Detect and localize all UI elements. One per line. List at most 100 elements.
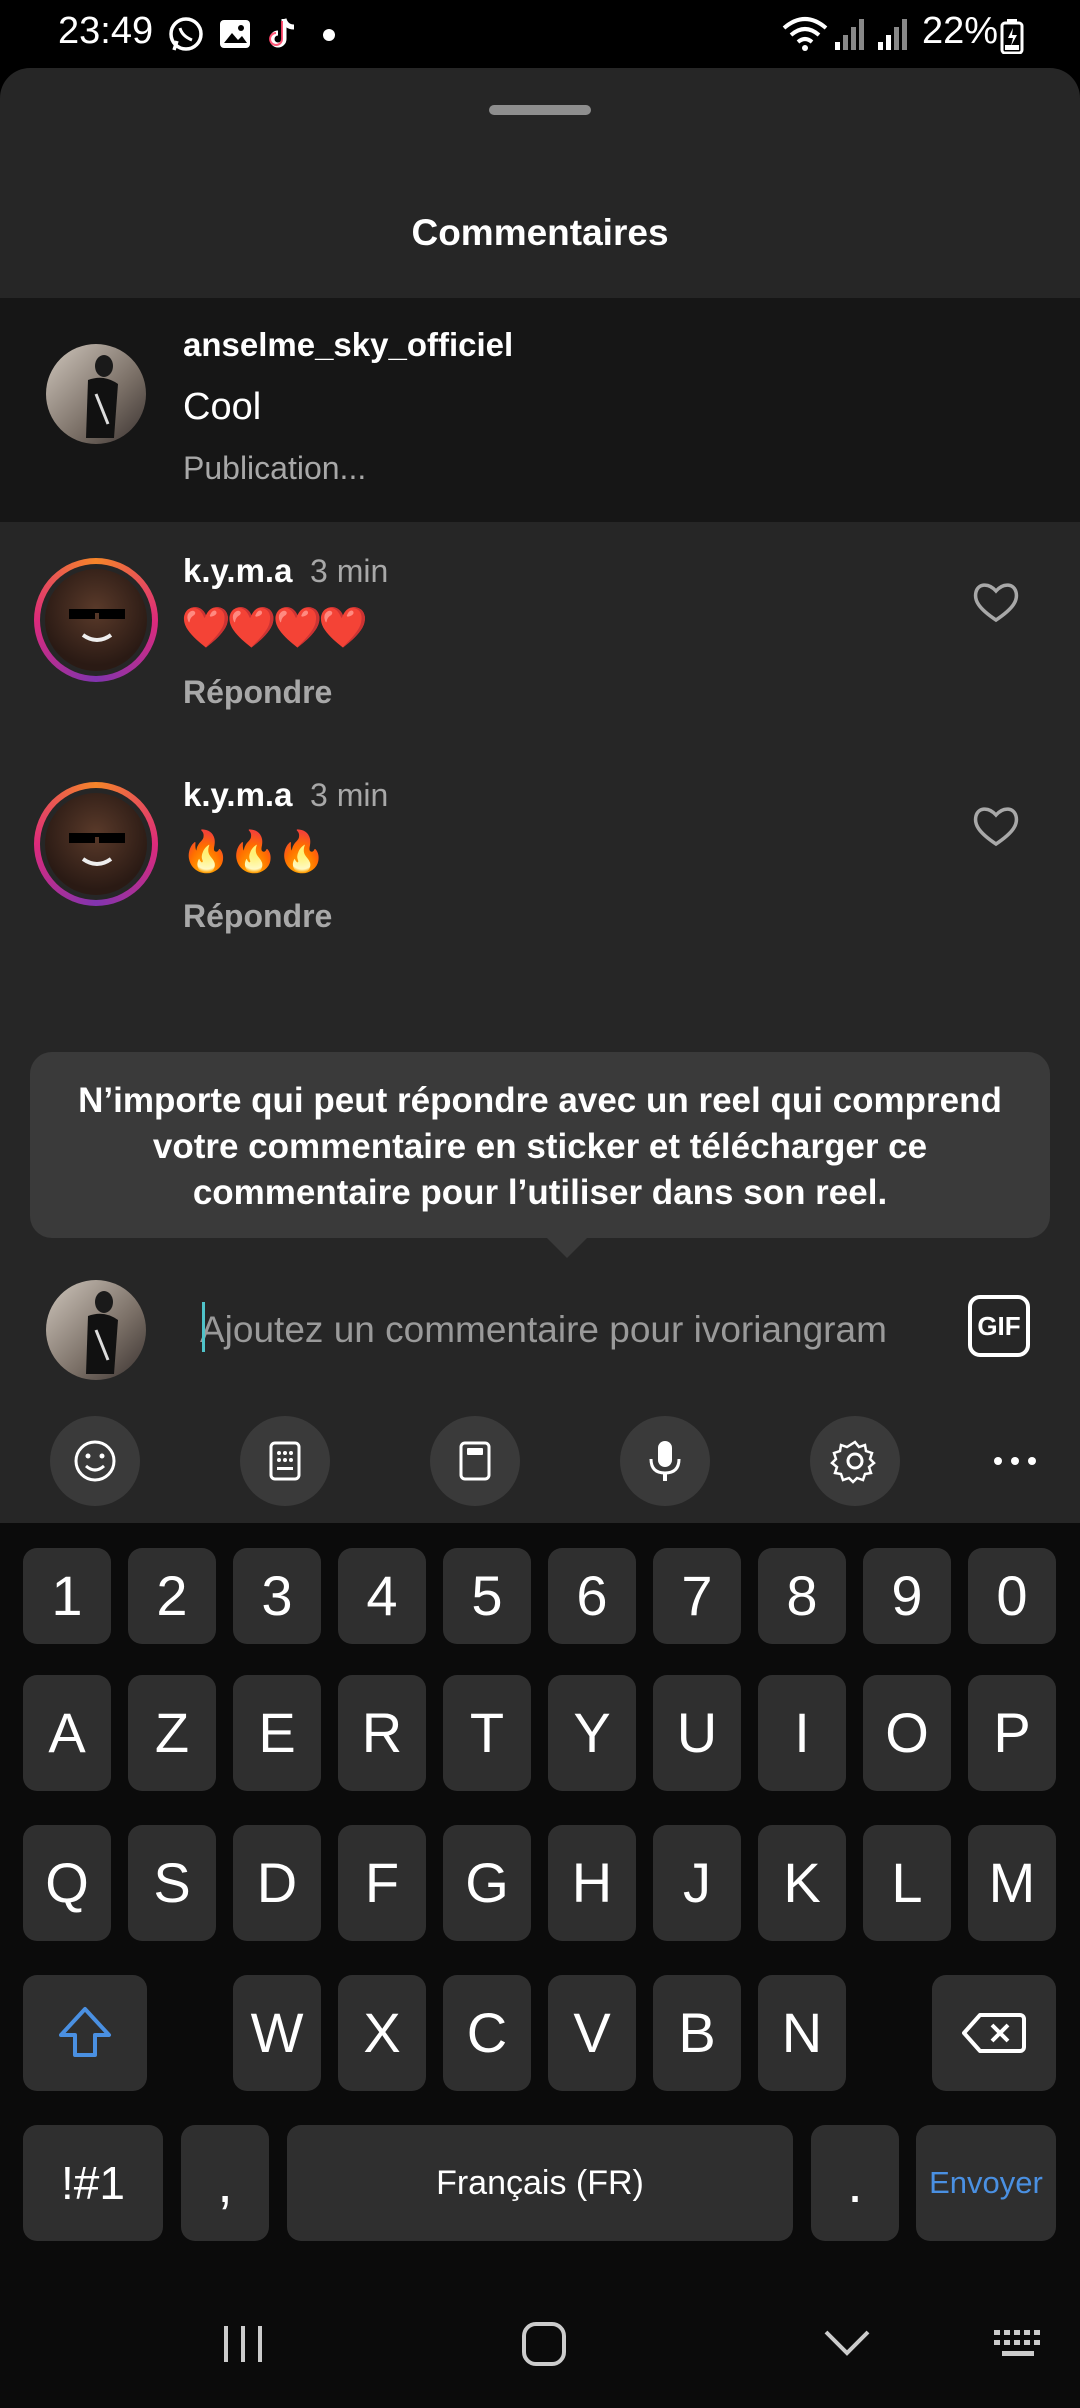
key-b[interactable]: B bbox=[653, 1975, 741, 2091]
battery-icon bbox=[1000, 19, 1024, 54]
key-e[interactable]: E bbox=[233, 1675, 321, 1791]
comment-time: 3 min bbox=[310, 777, 389, 813]
key-k[interactable]: K bbox=[758, 1825, 846, 1941]
gallery-icon bbox=[220, 20, 250, 48]
tooltip-text: N’importe qui peut répondre avec un reel… bbox=[78, 1081, 1002, 1212]
heart-icon[interactable] bbox=[972, 804, 1020, 848]
drag-handle[interactable] bbox=[489, 105, 591, 115]
backspace-key[interactable] bbox=[932, 1975, 1056, 2091]
key-6[interactable]: 6 bbox=[548, 1548, 636, 1644]
composer-avatar bbox=[46, 1280, 146, 1380]
keypad-button[interactable] bbox=[240, 1416, 330, 1506]
wifi-icon bbox=[782, 17, 828, 51]
symbols-key[interactable]: !#1 bbox=[23, 2125, 163, 2241]
comment-avatar bbox=[45, 793, 147, 895]
notification-dot bbox=[323, 29, 335, 41]
signal-icon-2 bbox=[878, 19, 907, 50]
key-r[interactable]: R bbox=[338, 1675, 426, 1791]
key-l[interactable]: L bbox=[863, 1825, 951, 1941]
keyboard-switch-icon[interactable] bbox=[992, 2326, 1048, 2362]
caption-status: Publication... bbox=[183, 450, 367, 486]
whatsapp-icon bbox=[169, 17, 203, 51]
key-g[interactable]: G bbox=[443, 1825, 531, 1941]
key-8[interactable]: 8 bbox=[758, 1548, 846, 1644]
sheet-title: Commentaires bbox=[411, 212, 669, 253]
key-o[interactable]: O bbox=[863, 1675, 951, 1791]
comment-avatar-ring[interactable] bbox=[34, 558, 158, 682]
keyboard: 1 2 3 4 5 6 7 8 9 0 A Z E R T Y U I O P … bbox=[0, 1523, 1080, 2408]
battery-percent: 22% bbox=[922, 10, 999, 52]
tooltip-arrow bbox=[545, 1236, 589, 1258]
microphone-icon bbox=[649, 1441, 681, 1481]
comment-avatar-ring[interactable] bbox=[34, 782, 158, 906]
signal-icon-1 bbox=[835, 19, 864, 50]
comment-time: 3 min bbox=[310, 553, 389, 589]
period-key[interactable]: . bbox=[811, 2125, 899, 2241]
shift-icon bbox=[59, 2007, 111, 2057]
more-icon[interactable] bbox=[990, 1451, 1040, 1471]
comment-username[interactable]: k.y.m.a bbox=[183, 552, 292, 590]
key-j[interactable]: J bbox=[653, 1825, 741, 1941]
tiktok-icon bbox=[269, 18, 295, 48]
heart-icon[interactable] bbox=[972, 580, 1020, 624]
key-u[interactable]: U bbox=[653, 1675, 741, 1791]
key-7[interactable]: 7 bbox=[653, 1548, 741, 1644]
key-4[interactable]: 4 bbox=[338, 1548, 426, 1644]
key-0[interactable]: 0 bbox=[968, 1548, 1056, 1644]
key-q[interactable]: Q bbox=[23, 1825, 111, 1941]
backspace-icon bbox=[962, 2013, 1026, 2053]
caption-text: Cool bbox=[183, 386, 262, 428]
emoji-button[interactable] bbox=[50, 1416, 140, 1506]
settings-button[interactable] bbox=[810, 1416, 900, 1506]
key-9[interactable]: 9 bbox=[863, 1548, 951, 1644]
key-5[interactable]: 5 bbox=[443, 1548, 531, 1644]
key-m[interactable]: M bbox=[968, 1825, 1056, 1941]
key-d[interactable]: D bbox=[233, 1825, 321, 1941]
gear-icon bbox=[830, 1440, 876, 1484]
key-w[interactable]: W bbox=[233, 1975, 321, 2091]
key-h[interactable]: H bbox=[548, 1825, 636, 1941]
keypad-icon bbox=[269, 1441, 301, 1481]
key-v[interactable]: V bbox=[548, 1975, 636, 2091]
clipboard-button[interactable] bbox=[430, 1416, 520, 1506]
caption-username[interactable]: anselme_sky_officiel bbox=[183, 326, 513, 364]
clipboard-icon bbox=[459, 1441, 491, 1481]
key-z[interactable]: Z bbox=[128, 1675, 216, 1791]
navigation-bar bbox=[0, 2300, 1080, 2408]
key-1[interactable]: 1 bbox=[23, 1548, 111, 1644]
key-i[interactable]: I bbox=[758, 1675, 846, 1791]
key-s[interactable]: S bbox=[128, 1825, 216, 1941]
comma-key[interactable]: , bbox=[181, 2125, 269, 2241]
caption-avatar[interactable] bbox=[46, 344, 146, 444]
key-2[interactable]: 2 bbox=[128, 1548, 216, 1644]
voice-input-button[interactable] bbox=[620, 1416, 710, 1506]
key-3[interactable]: 3 bbox=[233, 1548, 321, 1644]
key-x[interactable]: X bbox=[338, 1975, 426, 2091]
key-p[interactable]: P bbox=[968, 1675, 1056, 1791]
space-key[interactable]: Français (FR) bbox=[287, 2125, 793, 2241]
key-n[interactable]: N bbox=[758, 1975, 846, 2091]
emoji-icon bbox=[74, 1440, 116, 1482]
comment-username[interactable]: k.y.m.a bbox=[183, 776, 292, 814]
recent-apps-icon[interactable] bbox=[218, 2322, 268, 2366]
shift-key[interactable] bbox=[23, 1975, 147, 2091]
gif-button[interactable]: GIF bbox=[968, 1295, 1030, 1357]
send-key[interactable]: Envoyer bbox=[916, 2125, 1056, 2241]
key-t[interactable]: T bbox=[443, 1675, 531, 1791]
reply-button[interactable]: Répondre bbox=[183, 674, 332, 711]
comment-input[interactable]: Ajoutez un commentaire pour ivoriangram bbox=[200, 1300, 925, 1360]
key-a[interactable]: A bbox=[23, 1675, 111, 1791]
key-c[interactable]: C bbox=[443, 1975, 531, 2091]
reply-button[interactable]: Répondre bbox=[183, 898, 332, 935]
home-icon[interactable] bbox=[520, 2320, 568, 2368]
key-f[interactable]: F bbox=[338, 1825, 426, 1941]
status-bar: 23:49 22% bbox=[0, 0, 1080, 70]
status-time: 23:49 bbox=[58, 10, 154, 52]
comment-text: ❤️❤️❤️❤️ bbox=[181, 606, 368, 650]
comment-text: 🔥🔥🔥 bbox=[181, 830, 326, 874]
hide-keyboard-icon[interactable] bbox=[822, 2328, 872, 2358]
text-caret bbox=[202, 1302, 205, 1352]
key-y[interactable]: Y bbox=[548, 1675, 636, 1791]
caption-row bbox=[0, 298, 1080, 522]
comment-avatar bbox=[45, 569, 147, 671]
